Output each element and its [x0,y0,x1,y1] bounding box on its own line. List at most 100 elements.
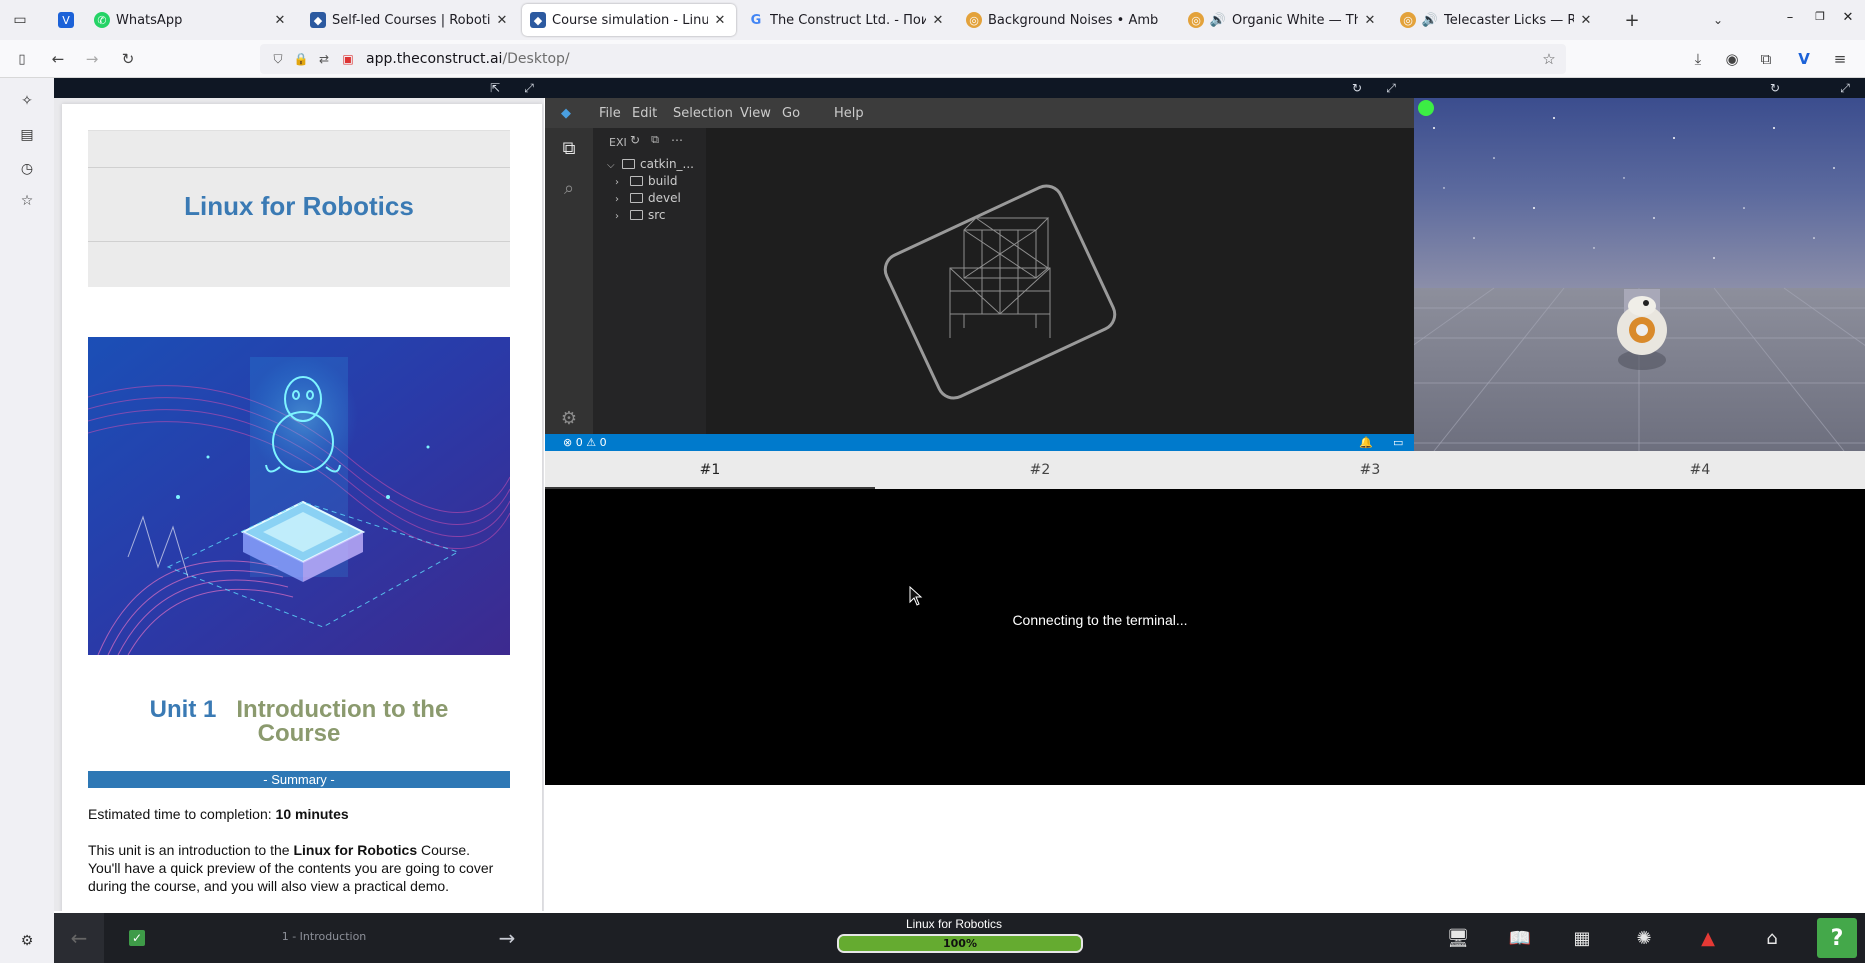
tab-telecaster-licks[interactable]: ◎ 🔊 Telecaster Licks — Rel ✕ [1392,4,1602,36]
ai-chatbot-icon[interactable]: ✧ [16,90,38,112]
back-icon[interactable]: ← [46,48,70,70]
chevron-down-icon: ⌵ [607,160,615,171]
gazebo-simulation-view[interactable] [1414,98,1865,451]
shield-icon[interactable]: ⛉ [270,51,286,67]
tab-self-led-courses[interactable]: ◆ Self-led Courses | Robotic ✕ [302,4,518,36]
close-icon[interactable]: ✕ [1362,13,1378,28]
menu-edit[interactable]: Edit [632,106,657,121]
help-button[interactable]: ? [1817,918,1857,958]
menu-selection[interactable]: Selection [673,106,733,121]
notebook-book-icon[interactable]: 📖 [1507,925,1533,951]
firefox-view-icon[interactable]: ▭ [8,8,32,32]
close-icon[interactable]: ✕ [712,13,728,28]
settings-gear-icon[interactable]: ⚙ [557,406,581,430]
construct-icon: ◆ [530,12,546,28]
downloads-icon[interactable]: ⤓ [1686,48,1710,70]
ai-assistant-icon[interactable]: ✺ [1631,925,1657,951]
sidebar-toggle-icon[interactable]: ▯ [10,48,34,70]
reload-icon[interactable]: ↻ [116,48,140,70]
menu-go[interactable]: Go [782,106,800,121]
intro-paragraph: This unit is an introduction to the Linu… [88,841,510,895]
course-notebook: Linux for Robotics Unit 1 Introduction t… [54,98,544,911]
explorer-icon[interactable]: ⧉ [557,136,581,160]
home-icon[interactable]: ⌂ [1759,925,1785,951]
autoplay-blocked-icon[interactable]: ▣ [340,51,356,67]
close-icon[interactable]: ✕ [1578,13,1594,28]
vivid-extension-icon[interactable]: V [1792,48,1816,70]
terminal-tab-3[interactable]: #3 [1205,451,1535,489]
warning-icon[interactable]: ▲ [1695,925,1721,951]
refresh-explorer-icon[interactable]: ↻ [627,132,643,148]
apps-grid-icon[interactable]: ▦ [1569,925,1595,951]
problems-indicator[interactable]: ⊗ 0 ⚠ 0 [563,436,607,449]
fullscreen-ide-icon[interactable]: ⤢ [1383,80,1399,96]
editor-area[interactable] [706,128,1414,434]
customize-sidebar-icon[interactable]: ⚙ [16,930,38,952]
course-simulation-app: ⇱ ⤢ ↻ ⤢ ↻ ⤢ Linux for Robotics Unit 1 In… [54,78,1865,963]
bookmark-star-icon[interactable]: ☆ [1541,50,1557,68]
more-actions-icon[interactable]: ⋯ [669,132,685,148]
fullscreen-icon[interactable]: ⤢ [521,80,537,96]
menu-icon[interactable]: ≡ [1828,48,1852,70]
reload-ide-icon[interactable]: ↻ [1349,80,1365,96]
terminal-tab-2[interactable]: #2 [875,451,1205,489]
notebook-title: Linux for Robotics [184,191,414,221]
terminal-tab-4[interactable]: #4 [1535,451,1865,489]
terminal-status-message: Connecting to the terminal... [1012,612,1188,628]
lock-icon[interactable]: 🔒 [293,51,309,67]
synced-tabs-icon[interactable]: ▤ [16,124,38,146]
menu-help[interactable]: Help [834,106,864,121]
history-icon[interactable]: ◷ [16,158,38,180]
course-name: Linux for Robotics [905,917,1003,931]
search-icon[interactable]: ⌕ [557,176,581,200]
tab-pinned-vivid[interactable]: V [50,4,80,36]
close-icon[interactable]: ✕ [272,13,288,28]
speaker-icon[interactable]: 🔊 [1210,12,1226,28]
url-text[interactable]: app.theconstruct.ai/Desktop/ [366,51,570,67]
tree-folder-src[interactable]: › src [615,208,666,222]
window-close-icon[interactable]: ✕ [1838,10,1858,25]
terminal-tabs: #1 #2 #3 #4 [545,451,1865,489]
permissions-icon[interactable]: ⇄ [316,51,332,67]
tree-root-folder[interactable]: ⌵ catkin_... [607,157,694,171]
minimize-icon[interactable]: – [1780,10,1800,25]
intro-text-end: Course. [417,842,471,858]
tab-google-search[interactable]: G The Construct Ltd. - Поис ✕ [740,4,954,36]
speaker-icon[interactable]: 🔊 [1422,12,1438,28]
desktop-icon[interactable]: 🖥 [1445,925,1471,951]
menu-view[interactable]: View [740,106,771,121]
noise-icon: ◎ [1400,12,1416,28]
layout-panel-icon[interactable]: ▭ [1393,436,1403,449]
forward-icon[interactable]: → [80,48,104,70]
bookmarks-icon[interactable]: ☆ [16,190,38,212]
chapter-selector[interactable]: 1 - Introduction [234,930,414,943]
tree-folder-devel[interactable]: › devel [615,191,681,205]
terminal-tab-1[interactable]: #1 [545,451,875,489]
tab-whatsapp[interactable]: ✆ WhatsApp ✕ [86,4,296,36]
reload-sim-icon[interactable]: ↻ [1767,80,1783,96]
new-tab-button[interactable]: + [1620,8,1644,32]
extensions-icon[interactable]: ⧉ [1754,48,1778,70]
collapse-all-icon[interactable]: ⧉ [647,132,663,148]
notifications-bell-icon[interactable]: 🔔 [1359,436,1373,449]
open-external-icon[interactable]: ⇱ [487,80,503,96]
tab-background-noises[interactable]: ◎ Background Noises • Amb [958,4,1180,36]
restore-icon[interactable]: ❐ [1810,10,1830,23]
close-icon[interactable]: ✕ [494,13,510,28]
time-value: 10 minutes [275,806,349,822]
code-editor: ◆ File Edit Selection View Go Help ⧉ ⌕ ⚙… [545,98,1414,451]
unit-label: Unit 1 [149,696,217,723]
address-bar[interactable]: ⛉ 🔒 ⇄ ▣ app.theconstruct.ai/Desktop/ ☆ [260,44,1566,74]
fullscreen-sim-icon[interactable]: ⤢ [1837,80,1853,96]
menu-file[interactable]: File [599,106,621,121]
close-icon[interactable]: ✕ [930,13,946,28]
terminal-panel[interactable]: Connecting to the terminal... [545,489,1865,785]
next-chapter-button[interactable]: → [494,925,520,951]
previous-chapter-button[interactable]: ← [54,913,104,963]
tree-folder-build[interactable]: › build [615,174,678,188]
list-tabs-icon[interactable]: ⌄ [1706,8,1730,32]
whatsapp-icon: ✆ [94,12,110,28]
account-icon[interactable]: ◉ [1720,48,1744,70]
tab-organic-white[interactable]: ◎ 🔊 Organic White — The ✕ [1180,4,1386,36]
tab-course-simulation[interactable]: ◆ Course simulation - Linux ✕ [522,4,736,36]
